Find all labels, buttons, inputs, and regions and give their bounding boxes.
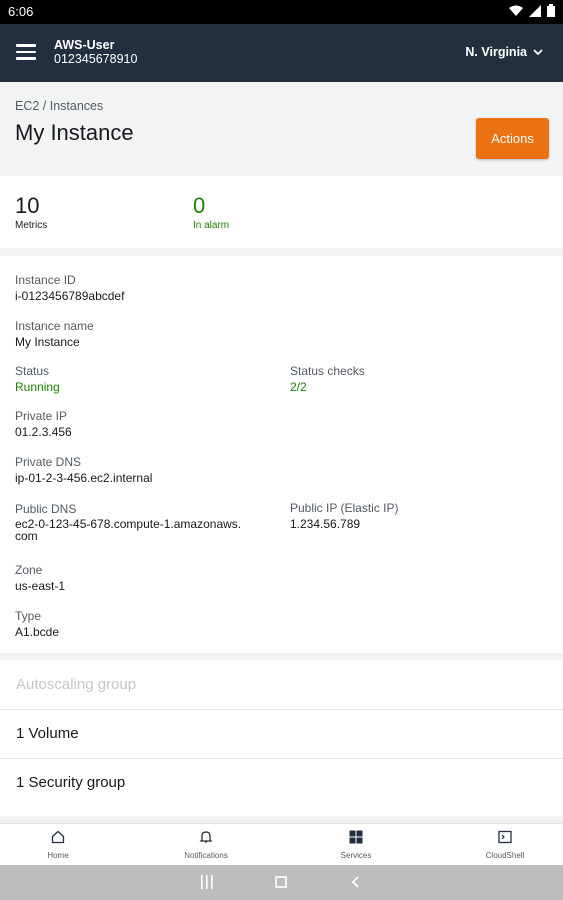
autoscaling-group-row: Autoscaling group <box>0 660 563 710</box>
account-id: 012345678910 <box>54 52 138 66</box>
autoscaling-group-label: Autoscaling group <box>16 676 137 693</box>
nav-home[interactable]: Home <box>8 830 108 860</box>
nav-notifications-label: Notifications <box>184 851 228 860</box>
type-label: Type <box>15 609 42 623</box>
divider <box>0 816 563 823</box>
instance-name-value: My Instance <box>15 335 80 349</box>
region-selector[interactable]: N. Virginia <box>465 45 543 59</box>
chevron-down-icon <box>533 48 543 55</box>
private-ip-value: 01.2.3.456 <box>15 425 72 439</box>
public-dns-line1: ec2-0-123-45-678.compute-1.amazonaws. <box>15 517 242 531</box>
zone-value: us-east-1 <box>15 579 66 593</box>
bottom-navigation: Home Notifications Services CloudShell <box>0 823 563 866</box>
volume-row[interactable]: 1 Volume <box>0 709 563 759</box>
nav-cloudshell-label: CloudShell <box>485 851 525 860</box>
public-ip-label: Public IP (Elastic IP) <box>290 501 399 515</box>
public-dns-line2: com <box>15 529 38 543</box>
menu-icon[interactable] <box>16 44 36 60</box>
actions-button[interactable]: Actions <box>476 118 549 159</box>
nav-services-label: Services <box>340 851 372 860</box>
divider <box>0 653 563 660</box>
recents-icon[interactable] <box>200 873 214 891</box>
security-group-row[interactable]: 1 Security group <box>0 758 563 807</box>
private-dns-value: ip-01-2-3-456.ec2.internal <box>15 471 153 485</box>
private-dns-label: Private DNS <box>15 455 82 469</box>
public-dns-label: Public DNS <box>15 502 77 516</box>
alarm-count-value: 0 <box>193 193 206 218</box>
private-ip-field: Private IP 01.2.3.456 <box>15 409 72 439</box>
back-icon[interactable] <box>350 873 362 891</box>
nav-notifications[interactable]: Notifications <box>156 830 256 860</box>
page-header: EC2 / Instances My Instance Actions <box>0 82 563 176</box>
battery-icon <box>547 4 555 17</box>
public-ip-value: 1.234.56.789 <box>290 517 361 531</box>
volume-label: 1 Volume <box>16 725 79 742</box>
status-label: Status <box>15 364 50 378</box>
metrics-count[interactable]: 10 Metrics <box>15 193 48 232</box>
metrics-panel: 10 Metrics 0 In alarm <box>0 176 563 248</box>
region-label: N. Virginia <box>465 45 527 59</box>
system-navigation-bar <box>0 865 563 900</box>
home-icon <box>51 830 65 844</box>
nav-home-label: Home <box>47 851 69 860</box>
status-checks-value: 2/2 <box>290 380 307 394</box>
instance-id-label: Instance ID <box>15 273 76 287</box>
nav-services[interactable]: Services <box>306 830 406 860</box>
security-group-label: 1 Security group <box>16 774 126 791</box>
instance-id-field: Instance ID i-0123456789abcdef <box>15 273 124 303</box>
alarm-count-label: In alarm <box>193 220 230 231</box>
private-ip-label: Private IP <box>15 409 68 423</box>
app-bar: AWS-User 012345678910 N. Virginia <box>0 24 563 82</box>
type-value: A1.bcde <box>15 625 60 639</box>
alarm-count[interactable]: 0 In alarm <box>193 193 230 232</box>
account-name: AWS-User <box>54 38 115 52</box>
services-grid-icon <box>349 830 363 844</box>
status-value: Running <box>15 380 60 394</box>
home-square-icon[interactable] <box>274 873 288 891</box>
metrics-count-label: Metrics <box>15 220 48 231</box>
terminal-icon <box>498 830 512 844</box>
divider <box>0 248 563 256</box>
status-field: Status Running <box>15 364 60 394</box>
status-bar: 6:06 <box>0 0 563 24</box>
signal-icon <box>529 4 541 17</box>
instance-id-value: i-0123456789abcdef <box>15 289 125 303</box>
zone-field: Zone us-east-1 <box>15 563 65 593</box>
page-title: My Instance <box>15 120 134 145</box>
related-resources-list: Autoscaling group 1 Volume 1 Security gr… <box>0 660 563 816</box>
zone-label: Zone <box>15 563 43 577</box>
wifi-icon <box>509 5 523 16</box>
status-icons <box>509 4 555 17</box>
type-field: Type A1.bcde <box>15 609 59 639</box>
private-dns-field: Private DNS ip-01-2-3-456.ec2.internal <box>15 455 152 485</box>
breadcrumb[interactable]: EC2 / Instances <box>15 99 103 113</box>
public-dns-field: Public DNS ec2-0-123-45-678.compute-1.am… <box>15 502 241 542</box>
account-info: AWS-User 012345678910 <box>54 38 137 67</box>
nav-cloudshell[interactable]: CloudShell <box>455 830 555 860</box>
status-checks-label: Status checks <box>290 364 365 378</box>
bell-icon <box>199 831 213 843</box>
instance-name-label: Instance name <box>15 319 94 333</box>
instance-name-field: Instance name My Instance <box>15 319 94 349</box>
public-dns-value: ec2-0-123-45-678.compute-1.amazonaws. co… <box>15 518 241 542</box>
public-ip-field: Public IP (Elastic IP) 1.234.56.789 <box>290 501 398 531</box>
metrics-count-value: 10 <box>15 193 40 218</box>
instance-details: Instance ID i-0123456789abcdef Instance … <box>0 256 563 653</box>
status-checks-field: Status checks 2/2 <box>290 364 365 394</box>
status-time: 6:06 <box>8 4 34 19</box>
